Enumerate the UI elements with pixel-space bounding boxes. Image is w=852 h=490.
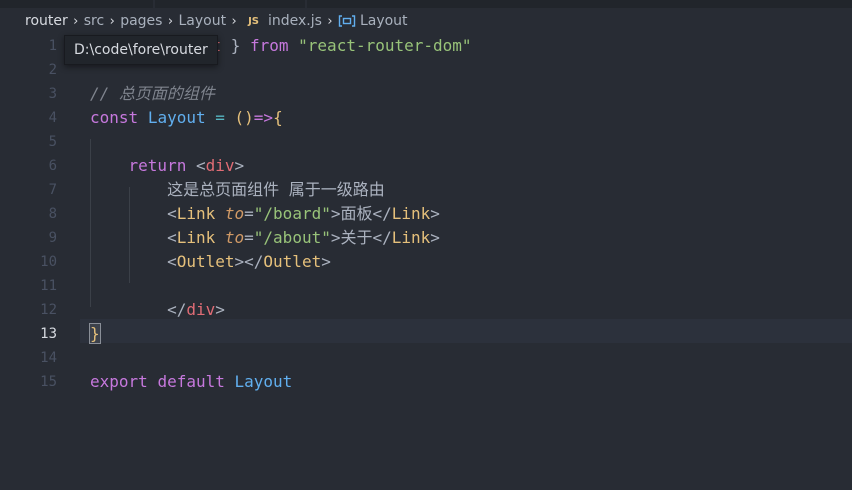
breadcrumb-item-symbol[interactable]: Layout [360, 8, 408, 34]
code-token: >关于</ [330, 228, 392, 247]
symbol-variable-icon [338, 15, 356, 27]
code-token: >面板</ [330, 204, 392, 223]
code-token: to [224, 204, 245, 223]
code-token: // 总页面的组件 [90, 84, 215, 103]
code-token: ></ [234, 252, 264, 271]
code-token: = [215, 108, 225, 127]
code-token: Layout [147, 108, 206, 127]
code-line[interactable]: <Outlet></Outlet> [90, 250, 331, 274]
line-number: 3 [48, 86, 57, 102]
code-editor[interactable]: router › src › pages › Layout › JS index… [0, 0, 852, 490]
line-number: 6 [48, 158, 57, 174]
code-token: Link [391, 228, 431, 247]
line-number: 10 [40, 254, 57, 270]
code-token: default [157, 372, 225, 391]
code-token: { [273, 108, 283, 127]
line-number: 7 [48, 182, 57, 198]
code-token: Link [176, 204, 216, 223]
code-line[interactable]: const Layout = ()=>{ [90, 106, 283, 130]
code-line[interactable]: export default Layout [90, 370, 292, 394]
code-token: } [89, 323, 101, 344]
code-token: Link [176, 228, 216, 247]
line-number: 4 [48, 110, 57, 126]
code-token: Outlet [176, 252, 235, 271]
code-token: < [90, 204, 177, 223]
chevron-right-icon: › [167, 13, 174, 29]
code-token: > [215, 300, 225, 319]
code-token: = [244, 228, 254, 247]
chevron-right-icon: › [327, 13, 333, 29]
path-tooltip: D:\code\fore\router [64, 35, 218, 65]
code-token: "/board" [253, 204, 331, 223]
line-number: 12 [40, 302, 57, 318]
code-token: Link [391, 204, 431, 223]
code-token: div [205, 156, 235, 175]
code-token: () [234, 108, 254, 127]
breadcrumb-item-file[interactable]: index.js [268, 8, 322, 34]
code-token: export [90, 372, 148, 391]
code-line[interactable]: <Link to="/board">面板</Link> [90, 202, 440, 226]
line-number: 1 [48, 38, 57, 54]
code-token: > [430, 228, 440, 247]
code-line[interactable]: 这是总页面组件 属于一级路由 [90, 178, 385, 202]
code-line[interactable]: } [89, 322, 101, 346]
code-token: < [186, 156, 206, 175]
line-number: 15 [40, 374, 57, 390]
code-token: from [249, 36, 289, 55]
code-token: } [221, 36, 250, 55]
breadcrumb-item-pages[interactable]: pages [120, 8, 162, 34]
code-token: return [128, 156, 187, 175]
code-token: Outlet [263, 252, 322, 271]
chevron-right-icon: › [231, 13, 237, 29]
line-number: 13 [40, 326, 57, 342]
code-token: "react-router-dom" [298, 36, 472, 55]
chevron-right-icon: › [109, 13, 115, 29]
code-line[interactable]: // 总页面的组件 [90, 82, 215, 106]
line-number: 9 [48, 230, 57, 246]
code-token: "/about" [253, 228, 331, 247]
tab-strip [0, 0, 852, 8]
code-token: > [234, 156, 245, 175]
chevron-right-icon: › [73, 13, 79, 29]
code-token: < [90, 228, 177, 247]
breadcrumb-item-layout-folder[interactable]: Layout [178, 8, 226, 34]
code-line[interactable]: <Link to="/about">关于</Link> [90, 226, 440, 250]
code-token: </ [90, 300, 187, 319]
code-area[interactable]: , Outlet } from "react-router-dom"// 总页面… [89, 34, 852, 490]
code-token: 这是总页面组件 属于一级路由 [167, 180, 385, 199]
line-number: 8 [48, 206, 57, 222]
code-token: = [244, 204, 254, 223]
line-number: 11 [40, 278, 57, 294]
breadcrumb-item-src[interactable]: src [84, 8, 104, 34]
code-token: < [90, 252, 177, 271]
line-number: 14 [40, 350, 57, 366]
code-line[interactable]: </div> [90, 298, 225, 322]
breadcrumb: router › src › pages › Layout › JS index… [0, 8, 852, 34]
breadcrumb-item-router[interactable]: router [25, 8, 68, 34]
line-number: 5 [48, 134, 57, 150]
code-token: to [224, 228, 245, 247]
code-token: div [186, 300, 216, 319]
code-token: > [321, 252, 331, 271]
code-token: > [430, 204, 440, 223]
code-token: Layout [234, 372, 293, 391]
code-line[interactable]: return <div> [90, 154, 245, 178]
javascript-file-icon: JS [248, 15, 259, 27]
line-number-gutter: 1 2 3 4 5 6 7 8 9 10 11 12 13 14 15 [0, 34, 70, 490]
line-number: 2 [48, 62, 57, 78]
code-token: const [90, 108, 139, 127]
code-token: => [253, 108, 274, 127]
